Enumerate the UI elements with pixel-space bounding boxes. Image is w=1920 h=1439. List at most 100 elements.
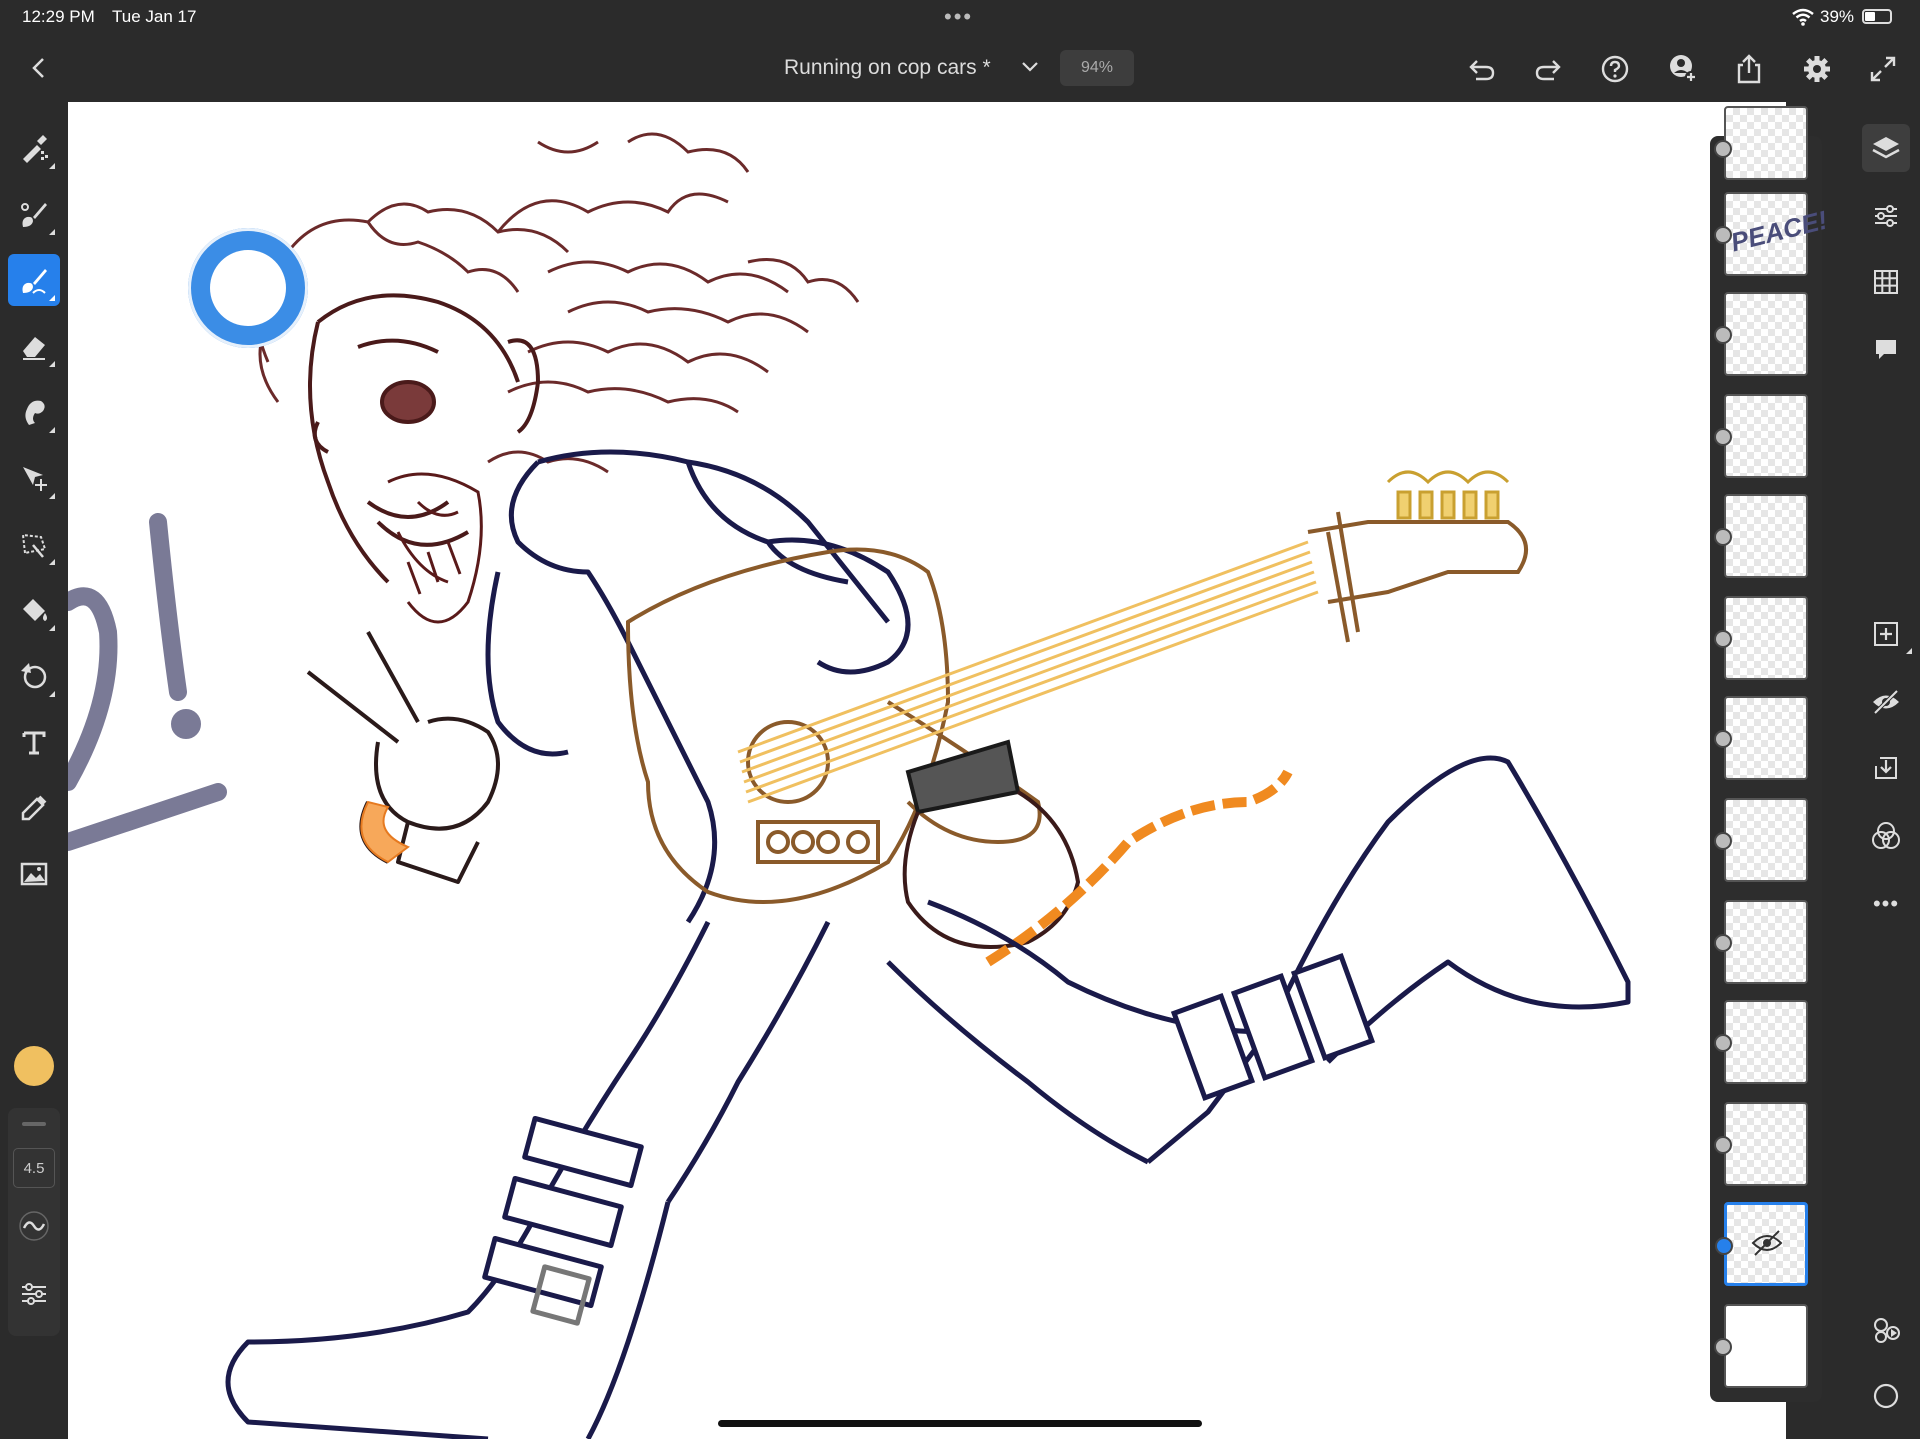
tuning-pegs	[1386, 470, 1510, 520]
undo-button[interactable]	[1464, 52, 1498, 86]
peace-graffiti	[68, 513, 227, 851]
zoom-level[interactable]: 94%	[1060, 50, 1134, 86]
fullscreen-button[interactable]	[1866, 52, 1900, 86]
home-indicator[interactable]	[718, 1420, 1202, 1427]
artwork	[68, 132, 1631, 1439]
layer-visibility-toggle[interactable]	[1714, 428, 1732, 446]
more-options-button[interactable]: •••	[1862, 880, 1910, 928]
brush-settings-button[interactable]	[16, 1276, 52, 1312]
sliders-icon	[1875, 205, 1897, 227]
layer-thumbnail[interactable]	[1714, 1102, 1808, 1186]
multitasking-dots-icon[interactable]: •••	[944, 4, 973, 30]
smudge-tool[interactable]	[8, 386, 60, 438]
layer-thumbnail[interactable]	[1714, 394, 1808, 478]
layers-button[interactable]	[1862, 124, 1910, 172]
lasso-icon	[21, 533, 47, 558]
place-image-tool[interactable]	[8, 848, 60, 900]
help-icon	[1601, 55, 1629, 83]
fill-tool[interactable]	[8, 584, 60, 636]
front-boot	[225, 1115, 671, 1439]
layer-thumbnail[interactable]: PEACE!	[1714, 192, 1830, 276]
status-bar: 12:29 PM Tue Jan 17 ••• 39%	[0, 0, 1920, 34]
top-toolbar: Running on cop cars * 94%	[0, 34, 1920, 102]
layer-thumbnail[interactable]	[1714, 596, 1808, 680]
layer-visibility-toggle[interactable]	[1714, 1136, 1732, 1154]
chevron-down-icon[interactable]	[1018, 54, 1042, 78]
invite-button[interactable]	[1666, 52, 1700, 86]
layer-visibility-toggle[interactable]	[1715, 1237, 1733, 1255]
layer-visibility-toggle[interactable]	[1714, 1034, 1732, 1052]
layer-thumbnail[interactable]	[1714, 900, 1808, 984]
share-button[interactable]	[1732, 52, 1766, 86]
layer-visibility-toggle[interactable]	[1714, 730, 1732, 748]
record-button[interactable]	[1862, 1372, 1910, 1420]
eye-hidden-icon	[1751, 1230, 1783, 1256]
hide-layer-button[interactable]	[1862, 678, 1910, 726]
effects-button[interactable]	[1862, 1306, 1910, 1354]
smoothing-button[interactable]	[16, 1208, 52, 1244]
settings-button[interactable]	[1800, 52, 1834, 86]
add-layer-button[interactable]	[1862, 610, 1912, 658]
grid-button[interactable]	[1862, 258, 1910, 306]
layer-visibility-toggle[interactable]	[1714, 630, 1732, 648]
drawing-canvas[interactable]	[68, 102, 1786, 1439]
effects-icon	[1874, 1318, 1900, 1343]
layer-visibility-toggle[interactable]	[1714, 1338, 1732, 1356]
paint-bucket-icon	[23, 599, 47, 621]
eraser-tool[interactable]	[8, 320, 60, 372]
transform-tool[interactable]	[8, 452, 60, 504]
redo-button[interactable]	[1532, 52, 1566, 86]
merge-down-icon	[1875, 757, 1897, 779]
back-button[interactable]	[20, 50, 56, 86]
comments-button[interactable]	[1862, 326, 1910, 374]
selection-tool[interactable]	[8, 518, 60, 570]
layer-thumbnail[interactable]	[1714, 106, 1808, 180]
text-tool[interactable]	[8, 716, 60, 768]
brush-cursor-indicator	[188, 228, 308, 348]
vector-brush-icon	[22, 269, 47, 294]
brush-settings-group: 4.5	[8, 1108, 60, 1336]
status-time: 12:29 PM	[22, 7, 95, 26]
guitar-headstock	[1307, 511, 1528, 643]
layer-visibility-toggle[interactable]	[1714, 528, 1732, 546]
battery-percent: 39%	[1820, 7, 1855, 26]
merge-down-button[interactable]	[1862, 744, 1910, 792]
help-button[interactable]	[1598, 52, 1632, 86]
submenu-indicator	[1906, 648, 1912, 654]
legs	[545, 755, 1631, 1204]
background-layer-thumbnail[interactable]	[1714, 1304, 1808, 1388]
layer-thumbnail-selected[interactable]	[1715, 1202, 1808, 1286]
shape-icon	[21, 663, 47, 689]
layer-visibility-toggle[interactable]	[1714, 832, 1732, 850]
beard	[387, 472, 483, 624]
layer-properties-button[interactable]	[1862, 192, 1910, 240]
circle-icon	[1873, 1383, 1899, 1409]
layer-thumbnail[interactable]	[1714, 494, 1808, 578]
brush-size-field[interactable]: 4.5	[13, 1148, 55, 1188]
vector-brush-tool[interactable]	[8, 254, 60, 306]
undo-icon	[1469, 60, 1495, 81]
live-brush-tool[interactable]	[8, 188, 60, 240]
eyedropper-tool[interactable]	[8, 782, 60, 834]
document-title[interactable]: Running on cop cars *	[784, 56, 991, 80]
blend-mode-button[interactable]	[1862, 812, 1910, 860]
drag-handle[interactable]	[22, 1122, 46, 1126]
pixel-brush-tool[interactable]	[8, 122, 60, 174]
layer-thumbnail[interactable]	[1714, 292, 1808, 376]
shape-tool[interactable]	[8, 650, 60, 702]
right-toolbar: •••	[1852, 102, 1920, 1439]
layers-icon	[1872, 137, 1900, 159]
layer-thumbnail[interactable]	[1714, 696, 1808, 780]
color-picker-swatch[interactable]	[14, 1046, 54, 1086]
layer-thumbnail[interactable]	[1714, 798, 1808, 882]
layer-visibility-toggle[interactable]	[1714, 326, 1732, 344]
body	[485, 449, 911, 924]
status-date: Tue Jan 17	[112, 7, 197, 26]
layer-visibility-toggle[interactable]	[1714, 140, 1732, 158]
wifi-icon	[1792, 8, 1814, 26]
chevron-left-icon	[32, 58, 44, 78]
layer-visibility-toggle[interactable]	[1714, 934, 1732, 952]
layer-visibility-toggle[interactable]	[1714, 226, 1732, 244]
live-brush-icon	[21, 203, 47, 227]
layer-thumbnail[interactable]	[1714, 1000, 1808, 1084]
